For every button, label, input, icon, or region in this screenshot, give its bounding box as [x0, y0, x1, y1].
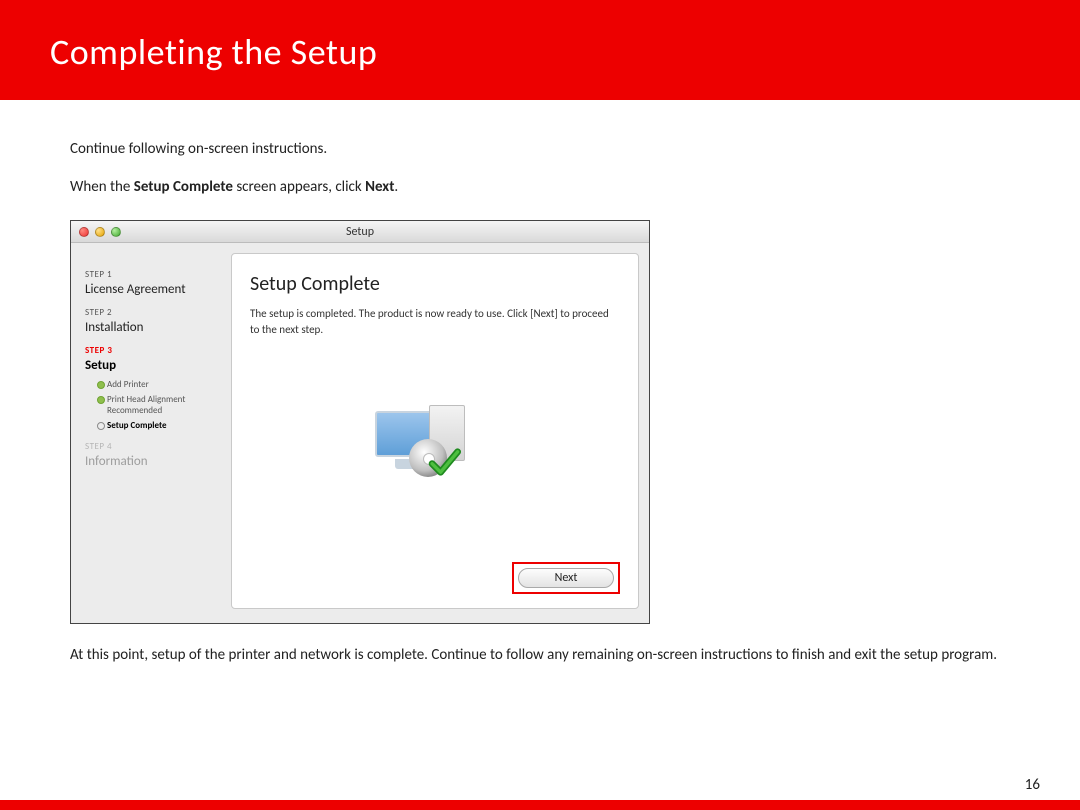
intro-pre: When the [70, 178, 134, 196]
intro-post: . [394, 178, 398, 196]
step3-label: STEP 3 [85, 345, 221, 356]
step4-label: STEP 4 [85, 441, 221, 452]
intro-bold-setup-complete: Setup Complete [134, 178, 233, 196]
step2-name: Installation [85, 320, 221, 335]
step1-name: License Agreement [85, 282, 221, 297]
header-band: Completing the Setup [0, 0, 1080, 100]
body-area: Continue following on-screen instruction… [0, 100, 1080, 667]
substep-print-head: Print Head Alignment Recommended [97, 394, 221, 416]
footer-band [0, 800, 1080, 810]
content-pane: Setup Complete The setup is completed. T… [231, 253, 639, 609]
button-row: Next [250, 562, 620, 594]
post-instructions: At this point, setup of the printer and … [70, 644, 1010, 667]
setup-complete-illustration [375, 405, 495, 485]
next-button-highlight: Next [512, 562, 620, 594]
page-title: Completing the Setup [50, 30, 1030, 74]
installer-window: Setup STEP 1 License Agreement STEP 2 In… [70, 220, 650, 624]
intro-bold-next: Next [365, 178, 394, 196]
window-titlebar: Setup [71, 221, 649, 243]
next-button[interactable]: Next [518, 568, 614, 588]
intro-line-1: Continue following on-screen instruction… [70, 140, 1010, 158]
window-body: STEP 1 License Agreement STEP 2 Installa… [71, 243, 649, 623]
step2-label: STEP 2 [85, 307, 221, 318]
step3-name: Setup [85, 358, 221, 373]
intro-mid: screen appears, click [233, 178, 365, 196]
step1-label: STEP 1 [85, 269, 221, 280]
step4-name: Information [85, 454, 221, 469]
checkmark-icon [427, 445, 461, 479]
substep-add-printer: Add Printer [97, 379, 221, 390]
step3-substeps: Add Printer Print Head Alignment Recomme… [97, 379, 221, 431]
pane-title: Setup Complete [250, 272, 620, 296]
page-number: 16 [1025, 776, 1040, 794]
pane-description: The setup is completed. The product is n… [250, 306, 620, 338]
window-title: Setup [71, 225, 649, 239]
step-sidebar: STEP 1 License Agreement STEP 2 Installa… [81, 253, 221, 609]
substep-setup-complete: Setup Complete [97, 420, 221, 431]
intro-line-2: When the Setup Complete screen appears, … [70, 178, 1010, 196]
